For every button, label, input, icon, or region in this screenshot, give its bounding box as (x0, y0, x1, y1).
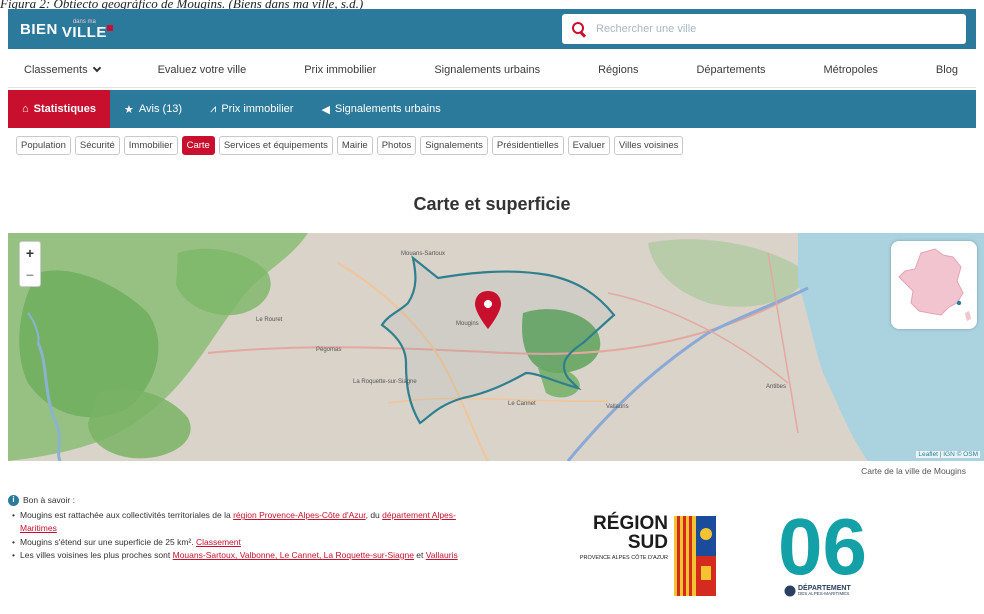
top-bar: BIEN dans ma VILLE Rechercher une ville (8, 9, 976, 49)
flag-stripe (677, 516, 680, 596)
link-classement[interactable]: Classement (196, 537, 241, 547)
tab-label: Statistiques (33, 103, 97, 115)
pill-services[interactable]: Services et équipements (218, 136, 333, 155)
home-icon: ⌂ (22, 103, 29, 115)
info-text: Les villes voisines les plus proches son… (20, 549, 171, 560)
pill-presidentielles[interactable]: Présidentielles (491, 136, 564, 155)
dept-globe-icon (784, 585, 796, 597)
megaphone-icon: ◀ (321, 103, 330, 116)
map-label: La Roquette-sur-Siagne (353, 379, 417, 385)
logo-square-icon (106, 25, 113, 31)
info-text: , du (365, 510, 380, 521)
inset-location-dot (956, 300, 962, 306)
flag-dolphin-icon (700, 528, 712, 540)
pill-villes-voisines[interactable]: Villes voisines (613, 136, 684, 155)
map-town-label: Mougins (456, 321, 479, 327)
pill-carte[interactable]: Carte (181, 136, 215, 155)
nav-classements[interactable]: Classements (24, 63, 101, 76)
tab-label: Prix immobilier (221, 103, 294, 115)
map-label: Antibes (766, 384, 786, 390)
tab-prix-immobilier[interactable]: ⩘ Prix immobilier (196, 90, 307, 128)
region-coat-of-arms-icon (674, 516, 716, 596)
info-text: Mougins est rattachée aux collectivités … (20, 510, 231, 521)
nav-label: Classements (24, 63, 88, 76)
site-logo[interactable]: BIEN dans ma VILLE (20, 19, 113, 40)
france-shape (898, 248, 964, 316)
link-vallauris[interactable]: Vallauris (426, 550, 458, 560)
map-label: Mouans-Sartoux (401, 251, 445, 257)
corsica-shape (965, 311, 971, 321)
map-marker-dot (484, 300, 492, 308)
region-sud-logo[interactable]: RÉGION SUD PROVENCE ALPES CÔTE D'AZUR (578, 514, 742, 598)
dept-06-icon: 06 (778, 502, 867, 591)
dept-number: 06 (778, 502, 867, 584)
tab-label: Signalements urbains (334, 103, 441, 115)
dept-label: DÉPARTEMENT DES ALPES-MARITIMES (798, 585, 851, 597)
chart-icon: ⩘ (210, 102, 217, 115)
pill-mairie[interactable]: Mairie (336, 136, 373, 155)
nav-signalements[interactable]: Signalements urbains (434, 64, 540, 76)
tab-statistiques[interactable]: ⌂ Statistiques (8, 90, 111, 128)
nav-metropoles[interactable]: Métropoles (824, 64, 878, 76)
nav-evaluez[interactable]: Evaluez votre ville (158, 64, 247, 76)
figure-caption: Figura 2: Obtiecto geográfico de Mougins… (0, 0, 364, 11)
nav-blog[interactable]: Blog (936, 64, 958, 76)
zoom-control: + − (19, 241, 41, 287)
pill-photos[interactable]: Photos (376, 136, 417, 155)
info-icon: i (8, 495, 19, 507)
pill-population[interactable]: Population (16, 136, 71, 155)
france-inset-map (891, 241, 977, 329)
star-icon: ★ (124, 103, 134, 116)
nav-departements[interactable]: Départements (696, 64, 765, 76)
map-attribution[interactable]: Leaflet | IGN © OSM (916, 451, 980, 458)
pill-immobilier[interactable]: Immobilier (123, 136, 178, 155)
map-label: Vallauris (606, 404, 629, 410)
pill-evaluer[interactable]: Evaluer (567, 136, 610, 155)
map-caption: Carte de la ville de Mougins (861, 466, 966, 476)
info-box: i Bon à savoir : Mougins est rattachée a… (8, 494, 488, 562)
section-title: Carte et superficie (413, 194, 571, 214)
nav-regions[interactable]: Régions (598, 64, 638, 76)
logo-bien: BIEN (20, 20, 58, 38)
zoom-out-button[interactable]: − (26, 268, 34, 282)
flag-stripe (683, 516, 686, 596)
map[interactable]: Mouans-Sartoux Le Cannet Vallauris Antib… (8, 233, 984, 461)
search-input[interactable]: Rechercher une ville (562, 14, 966, 44)
info-text: Mougins s'étend sur une superficie de 25… (20, 536, 194, 547)
info-item: Les villes voisines les plus proches son… (12, 549, 488, 562)
map-label: Pégomas (316, 347, 341, 353)
france-map-icon (898, 248, 971, 321)
tab-signalements-urbains[interactable]: ◀ Signalements urbains (307, 90, 454, 128)
info-item: Mougins s'étend sur une superficie de 25… (12, 536, 488, 549)
map-canvas[interactable]: Mouans-Sartoux Le Cannet Vallauris Antib… (8, 233, 984, 461)
main-nav: Classements Evaluez votre ville Prix imm… (8, 52, 976, 88)
search-icon (572, 22, 586, 36)
info-list: Mougins est rattachée aux collectivités … (12, 509, 488, 562)
flag-castle-icon (701, 566, 711, 580)
tab-label: Avis (13) (138, 103, 183, 115)
search-placeholder: Rechercher une ville (596, 23, 697, 35)
chevron-down-icon (92, 63, 101, 72)
pill-securite[interactable]: Sécurité (74, 136, 120, 155)
region-line2: SUD (627, 532, 668, 553)
region-sub: PROVENCE ALPES CÔTE D'AZUR (579, 555, 668, 561)
map-label: Le Rouret (256, 317, 283, 323)
logo-ville: VILLE (61, 23, 107, 41)
region-line1: RÉGION (593, 513, 668, 534)
map-label: Le Cannet (508, 401, 536, 407)
tab-avis[interactable]: ★ Avis (13) (110, 90, 196, 128)
info-heading: Bon à savoir : (23, 495, 75, 505)
departement-06-logo[interactable]: 06 DÉPARTEMENT DES ALPES-MARITIMES (776, 492, 906, 610)
pill-signalements[interactable]: Signalements (420, 136, 488, 155)
section-pills: Population Sécurité Immobilier Carte Ser… (16, 136, 684, 155)
zoom-in-button[interactable]: + (26, 246, 34, 260)
info-text: et (413, 549, 426, 560)
nav-prix-immobilier[interactable]: Prix immobilier (304, 64, 376, 76)
flag-stripe (689, 516, 692, 596)
dept-line2: DES ALPES-MARITIMES (798, 591, 850, 597)
info-item: Mougins est rattachée aux collectivités … (12, 509, 488, 535)
link-villes-voisines[interactable]: Mouans-Sartoux, Valbonne, Le Cannet, La … (173, 550, 414, 560)
sub-nav: ⌂ Statistiques ★ Avis (13) ⩘ Prix immobi… (8, 90, 976, 128)
link-region[interactable]: région Provence-Alpes-Côte d'Azur (233, 510, 366, 520)
